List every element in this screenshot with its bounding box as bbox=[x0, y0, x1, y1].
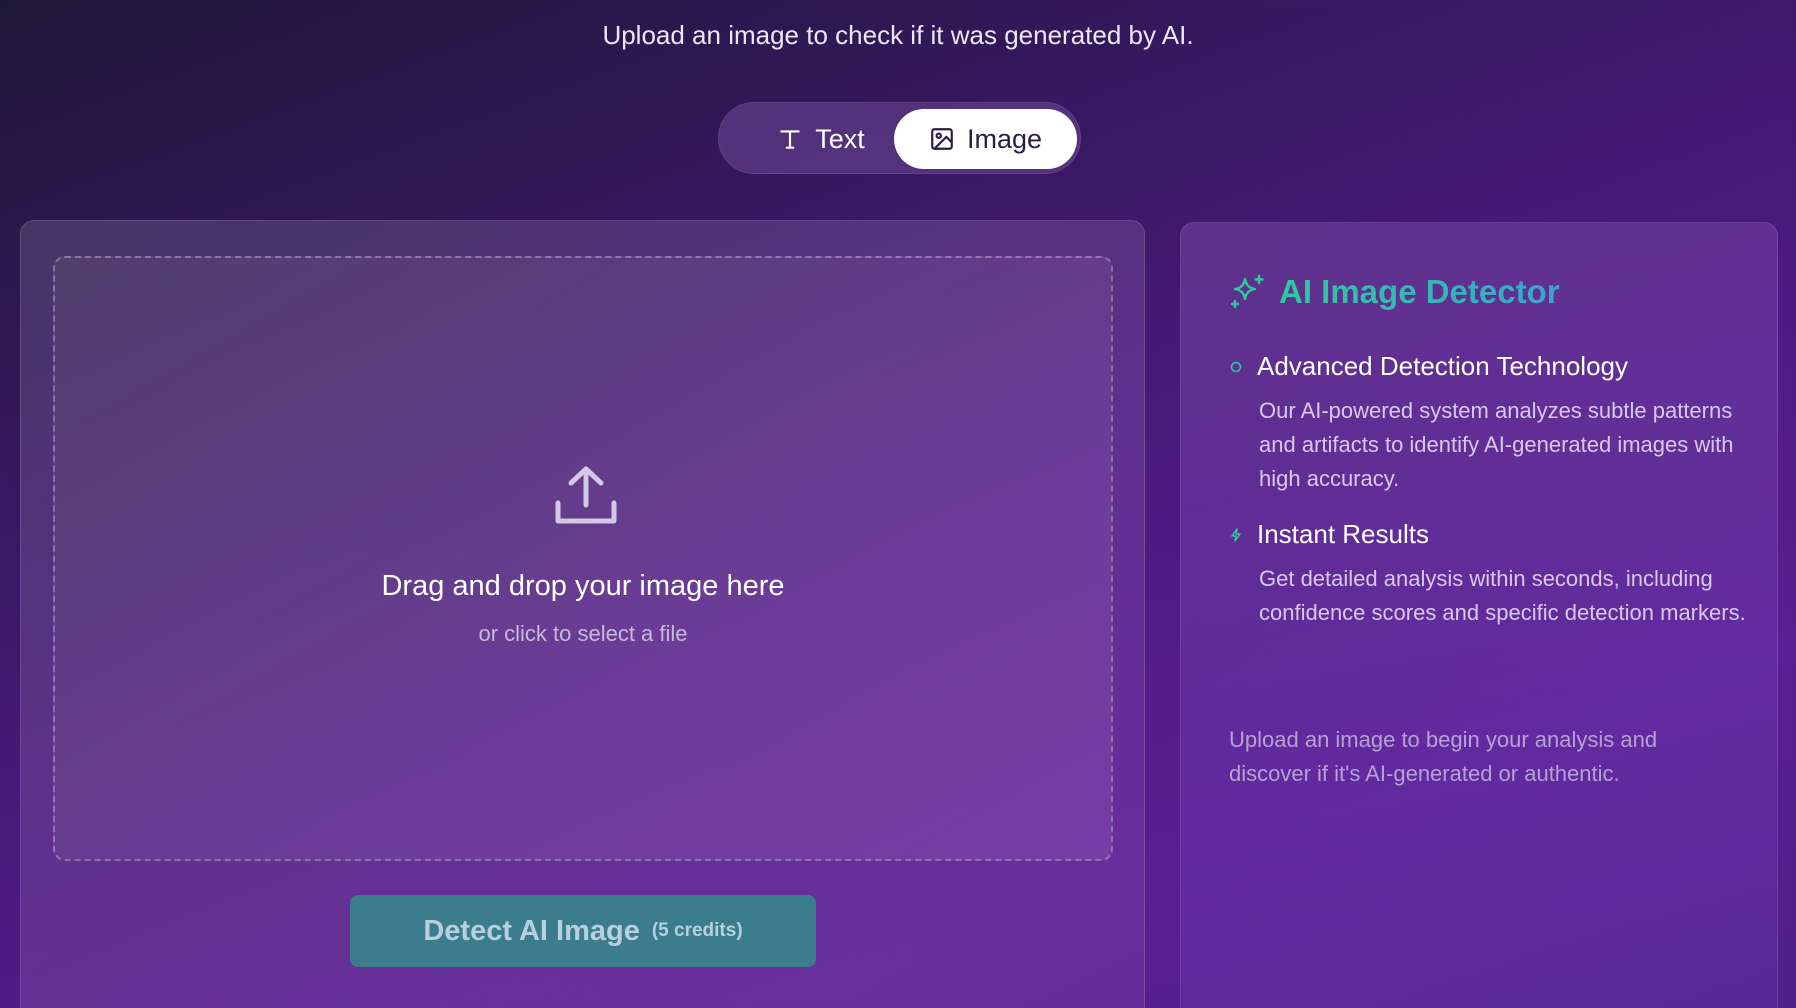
upload-panel: Drag and drop your image here or click t… bbox=[20, 220, 1145, 1008]
dropzone-subtitle: or click to select a file bbox=[478, 621, 688, 646]
image-dropzone[interactable]: Drag and drop your image here or click t… bbox=[53, 256, 1113, 861]
mode-toggle: Text Image bbox=[718, 102, 1081, 174]
detect-ai-image-button[interactable]: Detect AI Image (5 credits) bbox=[350, 895, 816, 967]
tab-image[interactable]: Image bbox=[894, 109, 1077, 169]
dropzone-title: Drag and drop your image here bbox=[381, 570, 785, 602]
info-panel-title: AI Image Detector bbox=[1279, 273, 1560, 310]
feature-description: Get detailed analysis within seconds, in… bbox=[1259, 566, 1746, 625]
tab-text[interactable]: Text bbox=[741, 109, 901, 169]
image-icon bbox=[931, 128, 953, 150]
upload-icon bbox=[555, 466, 617, 524]
feature-title: Instant Results bbox=[1257, 519, 1429, 549]
tab-text-label: Text bbox=[815, 123, 865, 154]
page-subtitle: Upload an image to check if it was gener… bbox=[602, 20, 1194, 50]
feature-title: Advanced Detection Technology bbox=[1257, 351, 1628, 381]
tab-image-label: Image bbox=[966, 123, 1043, 154]
feature-item: Advanced Detection Technology Our AI-pow… bbox=[1229, 351, 1749, 496]
feature-description: Our AI-powered system analyzes subtle pa… bbox=[1259, 398, 1734, 491]
detect-button-credits: (5 credits) bbox=[651, 920, 743, 941]
info-panel-footer: Upload an image to begin your analysis a… bbox=[1229, 727, 1658, 786]
circle-icon bbox=[1230, 361, 1242, 372]
detect-button-label: Detect AI Image bbox=[423, 914, 640, 947]
info-panel-header: AI Image Detector bbox=[1229, 273, 1560, 311]
feature-item: Instant Results Get detailed analysis wi… bbox=[1229, 519, 1749, 630]
sparkles-icon bbox=[1230, 274, 1264, 309]
text-icon bbox=[780, 130, 800, 149]
lightning-icon bbox=[1231, 527, 1241, 542]
info-panel: AI Image Detector Advanced Detection Tec… bbox=[1180, 222, 1778, 1008]
